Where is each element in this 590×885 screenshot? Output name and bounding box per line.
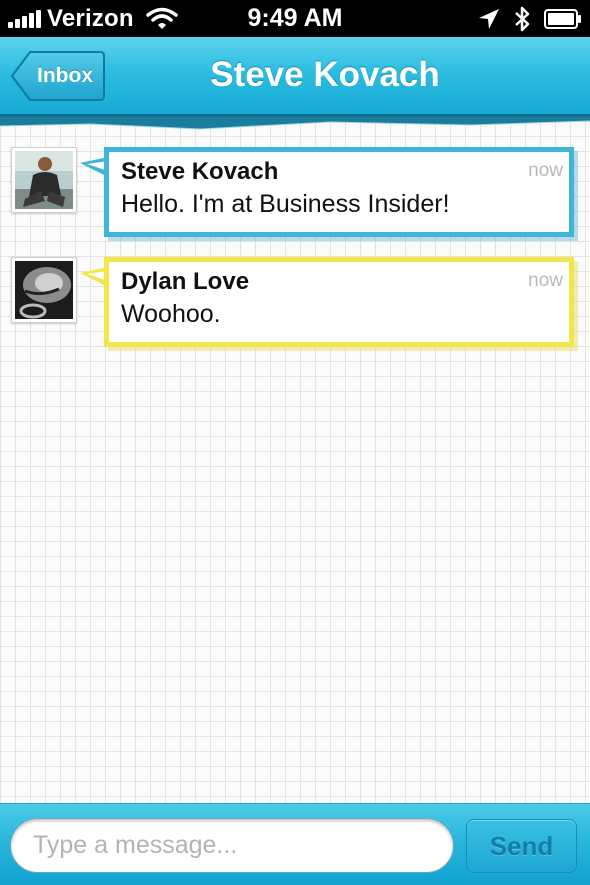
torn-paper-edge <box>0 117 590 130</box>
message-row[interactable]: Dylan Love now Woohoo. <box>0 257 590 352</box>
send-button[interactable]: Send <box>466 819 577 873</box>
message-input[interactable] <box>10 818 454 873</box>
avatar-steve-kovach[interactable] <box>11 147 77 213</box>
location-arrow-icon <box>479 8 499 29</box>
person-photo-icon <box>15 261 73 319</box>
conversation-title: Steve Kovach <box>210 55 440 94</box>
message-list[interactable]: Steve Kovach now Hello. I'm at Business … <box>0 117 590 803</box>
bluetooth-icon <box>515 6 530 31</box>
message-bubble[interactable]: Steve Kovach now Hello. I'm at Business … <box>104 147 574 237</box>
status-bar: Verizon 9:49 AM <box>0 0 590 37</box>
message-text: Hello. I'm at Business Insider! <box>121 190 450 218</box>
avatar-dylan-love[interactable] <box>11 257 77 323</box>
message-timestamp: now <box>528 160 563 181</box>
person-photo-icon <box>15 151 73 209</box>
message-sender: Steve Kovach <box>121 158 279 185</box>
status-right <box>464 0 582 37</box>
compose-bar: Send <box>0 803 590 885</box>
message-sender: Dylan Love <box>121 268 250 295</box>
message-timestamp: now <box>528 270 563 291</box>
message-bubble[interactable]: Dylan Love now Woohoo. <box>104 257 574 347</box>
inbox-back-button[interactable]: Inbox <box>10 50 106 102</box>
nav-bar: Inbox Steve Kovach <box>0 37 590 117</box>
message-row[interactable]: Steve Kovach now Hello. I'm at Business … <box>0 147 590 242</box>
battery-icon <box>544 8 581 29</box>
message-text: Woohoo. <box>121 300 221 328</box>
back-button-label: Inbox <box>37 64 93 87</box>
